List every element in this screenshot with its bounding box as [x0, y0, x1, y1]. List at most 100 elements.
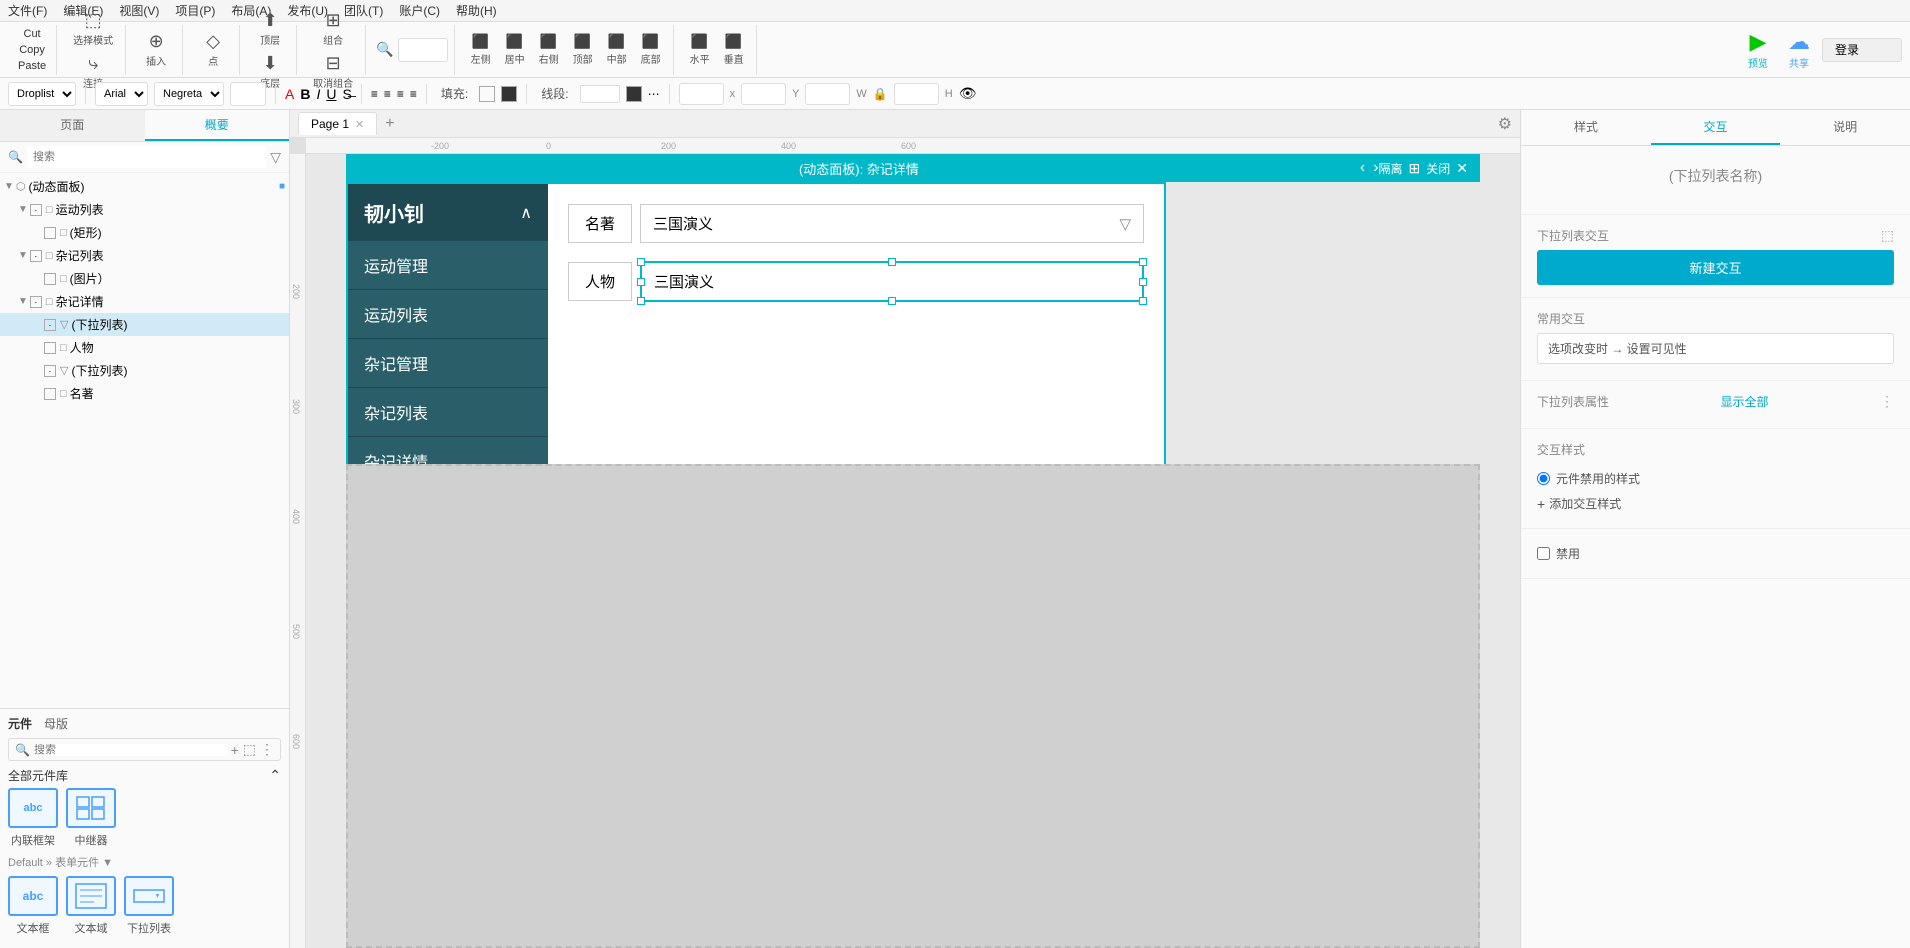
expand-note-detail[interactable]: ▼: [18, 296, 28, 307]
select-mode-button[interactable]: ⬚ 选择模式: [67, 8, 119, 49]
font-size-input[interactable]: 13: [230, 82, 266, 106]
component-tab-widget[interactable]: 元件: [8, 715, 32, 732]
border-width-input[interactable]: 1: [580, 85, 620, 103]
top-layer-button[interactable]: ⬆ 顶层: [250, 8, 290, 49]
preview-button[interactable]: ▶ 预览: [1740, 25, 1776, 74]
name-checkbox[interactable]: [44, 388, 56, 400]
dp-fit-btn[interactable]: ⊞: [1409, 160, 1421, 177]
fill-empty-icon[interactable]: [479, 86, 495, 102]
interaction-expand-icon[interactable]: ⬚: [1881, 227, 1894, 244]
insert-button[interactable]: ⊕ 插入: [136, 29, 176, 70]
distribute-h-button[interactable]: ⬛ 水平: [684, 31, 716, 68]
width-input[interactable]: 104: [741, 83, 786, 105]
sport-list-checkbox[interactable]: ·: [30, 204, 42, 216]
expand-dynamic-panel[interactable]: ▼: [4, 181, 14, 192]
add-component-icon[interactable]: +: [231, 742, 239, 758]
combine-button[interactable]: ⊞ 组合: [313, 8, 353, 49]
align-center-button[interactable]: ⬛ 居中: [499, 31, 531, 68]
component-inline-frame[interactable]: abc 内联框架: [8, 788, 58, 848]
component-library-expand[interactable]: ⌃: [269, 767, 281, 784]
paste-button[interactable]: Paste: [14, 59, 50, 73]
component-repeater[interactable]: 中继器: [66, 788, 116, 848]
show-all-btn[interactable]: 显示全部: [1721, 393, 1769, 410]
fill-solid-icon[interactable]: [501, 86, 517, 102]
new-interaction-button[interactable]: 新建交互: [1537, 250, 1894, 285]
layer-dropdown1[interactable]: · ▽ (下拉列表): [0, 313, 289, 336]
image-checkbox[interactable]: [44, 273, 56, 285]
radio-disabled-style[interactable]: [1537, 472, 1550, 485]
expand-sport-list[interactable]: ▼: [18, 204, 28, 215]
copy-button[interactable]: Copy: [15, 43, 49, 57]
note-detail-checkbox[interactable]: ·: [30, 296, 42, 308]
text-align-left-icon[interactable]: ≡: [371, 87, 378, 101]
component-textbox[interactable]: abc 文本框: [8, 876, 58, 936]
visibility-icon[interactable]: 👁: [959, 85, 977, 102]
layer-person[interactable]: □ 人物: [0, 336, 289, 359]
dropdown2-checkbox[interactable]: ·: [44, 365, 56, 377]
distribute-v-button[interactable]: ⬛ 垂直: [718, 31, 750, 68]
right-tab-note[interactable]: 说明: [1780, 110, 1910, 145]
layer-dynamic-panel[interactable]: ▼ ⬡ (动态面板) ■: [0, 175, 289, 198]
bold-icon[interactable]: B: [300, 86, 310, 102]
add-interaction-style-row[interactable]: + 添加交互样式: [1537, 491, 1894, 516]
more-component-icon[interactable]: ⋮: [260, 741, 274, 758]
copy-component-icon[interactable]: ⬚: [243, 741, 256, 758]
border-color-icon[interactable]: [626, 86, 642, 102]
italic-icon[interactable]: I: [316, 86, 320, 102]
border-style-icon[interactable]: ⋯: [648, 87, 660, 101]
dropdown1-checkbox[interactable]: ·: [44, 319, 56, 331]
component-droplist[interactable]: 下拉列表: [124, 876, 174, 936]
layer-name[interactable]: □ 名著: [0, 382, 289, 405]
font-weight-select[interactable]: Negreta: [154, 82, 224, 106]
text-align-justify-icon[interactable]: ≡: [410, 87, 417, 101]
properties-menu-icon[interactable]: ⋮: [1880, 393, 1894, 410]
note-list-checkbox[interactable]: ·: [30, 250, 42, 262]
tab-page[interactable]: 页面: [0, 110, 145, 141]
share-button[interactable]: ☁ 共享: [1780, 25, 1818, 74]
menu-project[interactable]: 项目(P): [175, 2, 215, 19]
align-top-button[interactable]: ⬛ 顶部: [567, 31, 599, 68]
dp-separate-btn[interactable]: 隔离: [1379, 160, 1403, 177]
lock-icon[interactable]: 🔒: [873, 87, 888, 101]
canvas-content[interactable]: (动态面板): 杂记详情 ‹ › 隔离 ⊞ 关闭 ✕: [306, 154, 1520, 948]
height-input[interactable]: 65: [894, 83, 939, 105]
canvas-tab-page1[interactable]: Page 1 ✕: [298, 112, 377, 135]
expand-note-list[interactable]: ▼: [18, 250, 28, 261]
menu-file[interactable]: 文件(F): [8, 2, 47, 19]
underline-icon[interactable]: U: [326, 86, 336, 102]
default-library-label[interactable]: Default » 表单元件 ▼: [8, 854, 281, 870]
component-textarea[interactable]: 文本域: [66, 876, 116, 936]
y-coord-input[interactable]: 328: [805, 83, 850, 105]
disabled-checkbox[interactable]: [1537, 547, 1550, 560]
strikethrough-icon[interactable]: S̶: [342, 86, 351, 102]
filter-icon[interactable]: ▽: [270, 149, 281, 166]
layer-note-list[interactable]: ▼ · □ 杂记列表: [0, 244, 289, 267]
font-family-select[interactable]: Arial: [95, 82, 148, 106]
menu-help[interactable]: 帮助(H): [456, 2, 497, 19]
tab-outline[interactable]: 概要: [145, 110, 290, 141]
menu-account[interactable]: 账户(C): [399, 2, 440, 19]
interaction-item-0[interactable]: 选项改变时 → 设置可见性: [1537, 333, 1894, 364]
rect-checkbox[interactable]: [44, 227, 56, 239]
layer-note-detail[interactable]: ▼ · □ 杂记详情: [0, 290, 289, 313]
layer-image[interactable]: □ (图片）: [0, 267, 289, 290]
menu-view[interactable]: 视图(V): [119, 2, 159, 19]
widget-type-select[interactable]: Droplist: [8, 82, 76, 106]
page-settings-icon[interactable]: ⚙: [1498, 114, 1512, 134]
add-page-icon[interactable]: +: [385, 115, 394, 133]
login-input[interactable]: [1822, 38, 1902, 62]
x-coord-input[interactable]: 172: [679, 83, 724, 105]
align-bottom-button[interactable]: ⬛ 底部: [635, 31, 667, 68]
text-align-right-icon[interactable]: ≡: [397, 87, 404, 101]
right-tab-interaction[interactable]: 交互: [1651, 110, 1781, 145]
cut-button[interactable]: Cut: [20, 27, 45, 41]
component-search-input[interactable]: [34, 744, 227, 756]
layer-dropdown2[interactable]: · ▽ (下拉列表): [0, 359, 289, 382]
layer-sport-list[interactable]: ▼ · □ 运动列表: [0, 198, 289, 221]
right-tab-style[interactable]: 样式: [1521, 110, 1651, 145]
align-middle-button[interactable]: ⬛ 中部: [601, 31, 633, 68]
dp-prev-button[interactable]: ‹: [1360, 159, 1365, 177]
text-color-icon[interactable]: A: [285, 86, 294, 102]
layer-search-input[interactable]: [27, 146, 266, 168]
component-tab-master[interactable]: 母版: [44, 715, 68, 732]
